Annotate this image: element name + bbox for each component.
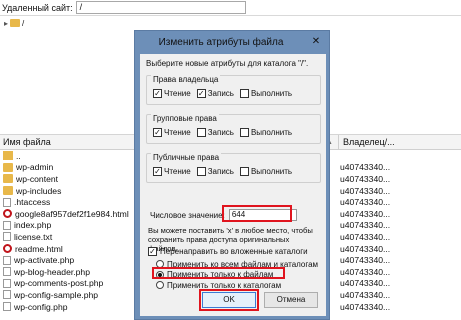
folder-icon bbox=[3, 186, 13, 196]
file-owner: u40743340... bbox=[340, 301, 391, 312]
execute-checkbox[interactable] bbox=[239, 128, 249, 137]
read-checkbox[interactable] bbox=[153, 128, 162, 137]
recurse-label: Перенаправить во вложенные каталоги bbox=[160, 247, 308, 256]
read-label: Чтение bbox=[164, 128, 191, 137]
recurse-checkbox-row[interactable]: Перенаправить во вложенные каталоги bbox=[148, 247, 308, 256]
opera-icon bbox=[3, 244, 12, 254]
execute-option[interactable]: Выполнить bbox=[239, 128, 293, 137]
file-owner: u40743340... bbox=[340, 289, 391, 300]
dialog-body: Выберите новые атрибуты для каталога "/"… bbox=[140, 54, 326, 316]
file-owner: u40743340... bbox=[340, 243, 391, 254]
folder-icon bbox=[3, 174, 13, 184]
read-option[interactable]: Чтение bbox=[153, 89, 191, 98]
read-option[interactable]: Чтение bbox=[153, 167, 191, 176]
execute-checkbox[interactable] bbox=[239, 167, 249, 176]
execute-label: Выполнить bbox=[250, 89, 293, 98]
remote-tree-root[interactable]: ▸ / bbox=[0, 16, 24, 30]
dialog-title: Изменить атрибуты файла bbox=[158, 37, 284, 48]
read-label: Чтение bbox=[164, 167, 191, 176]
permission-row: Чтение Запись Выполнить bbox=[153, 167, 316, 176]
read-label: Чтение bbox=[164, 89, 191, 98]
file-owner: u40743340... bbox=[340, 208, 391, 219]
read-checkbox[interactable] bbox=[153, 167, 162, 176]
file-owner: u40743340... bbox=[340, 231, 391, 242]
document-icon bbox=[3, 278, 11, 288]
execute-checkbox[interactable] bbox=[239, 89, 249, 98]
document-icon bbox=[3, 232, 11, 242]
remote-site-label: Удаленный сайт: bbox=[2, 2, 73, 13]
folder-icon bbox=[3, 162, 13, 172]
up-folder-icon bbox=[3, 151, 13, 161]
group-permissions-group: Групповые права Чтение Запись Выполнить bbox=[146, 114, 321, 144]
tree-root-label: / bbox=[22, 18, 25, 28]
remote-site-bar: Удаленный сайт: / bbox=[0, 0, 461, 16]
column-filename[interactable]: Имя файла bbox=[0, 137, 130, 147]
file-owner: u40743340... bbox=[340, 173, 391, 184]
file-owner: u40743340... bbox=[340, 220, 391, 231]
cancel-button[interactable]: Отмена bbox=[264, 292, 318, 308]
write-checkbox[interactable] bbox=[196, 167, 206, 176]
file-owner: u40743340... bbox=[340, 278, 391, 289]
file-owner: u40743340... bbox=[340, 197, 391, 208]
close-icon[interactable]: ✕ bbox=[309, 36, 323, 48]
execute-option[interactable]: Выполнить bbox=[239, 167, 293, 176]
file-name: wp-blog-header.php bbox=[14, 266, 90, 277]
write-option[interactable]: Запись bbox=[196, 128, 234, 137]
remote-path-input[interactable]: / bbox=[75, 1, 246, 14]
document-icon bbox=[3, 197, 11, 207]
dialog-titlebar[interactable]: Изменить атрибуты файла ✕ bbox=[135, 31, 329, 54]
numeric-value-highlight bbox=[222, 205, 292, 222]
document-icon bbox=[3, 255, 11, 265]
file-owner: u40743340... bbox=[340, 162, 391, 173]
dialog-prompt: Выберите новые атрибуты для каталога "/"… bbox=[146, 59, 309, 68]
file-name: .htaccess bbox=[14, 197, 51, 208]
write-label: Запись bbox=[207, 89, 234, 98]
expand-icon[interactable]: ▸ bbox=[4, 19, 8, 28]
write-checkbox[interactable] bbox=[196, 128, 206, 137]
opera-icon bbox=[3, 209, 12, 219]
radio-button[interactable] bbox=[156, 281, 164, 290]
change-attributes-dialog: Изменить атрибуты файла ✕ Выберите новые… bbox=[134, 30, 330, 320]
radio-highlight bbox=[152, 267, 285, 279]
ok-button[interactable]: OK bbox=[202, 292, 256, 308]
read-option[interactable]: Чтение bbox=[153, 128, 191, 137]
permission-row: Чтение Запись Выполнить bbox=[153, 128, 316, 137]
read-checkbox[interactable] bbox=[153, 89, 162, 98]
execute-label: Выполнить bbox=[250, 128, 293, 137]
document-icon bbox=[3, 267, 11, 277]
file-owner: u40743340... bbox=[340, 266, 391, 277]
document-icon bbox=[3, 220, 11, 230]
permission-row: Чтение Запись Выполнить bbox=[153, 89, 316, 98]
write-label: Запись bbox=[207, 167, 234, 176]
write-label: Запись bbox=[207, 128, 234, 137]
file-name: index.php bbox=[14, 220, 52, 231]
execute-option[interactable]: Выполнить bbox=[239, 89, 293, 98]
recurse-checkbox[interactable] bbox=[148, 247, 157, 256]
file-name: wp-activate.php bbox=[14, 255, 75, 266]
execute-label: Выполнить bbox=[250, 167, 293, 176]
document-icon bbox=[3, 302, 11, 312]
numeric-value-label: Числовое значение: bbox=[150, 210, 225, 220]
owner-permissions-group: Права владельца Чтение Запись Выполнить bbox=[146, 75, 321, 105]
file-name: license.txt bbox=[14, 231, 53, 242]
write-option[interactable]: Запись bbox=[196, 167, 234, 176]
file-owner: u40743340... bbox=[340, 255, 391, 266]
write-option[interactable]: Запись bbox=[196, 89, 234, 98]
folder-icon bbox=[10, 19, 21, 27]
public-permissions-group: Публичные права Чтение Запись Выполнить bbox=[146, 153, 321, 183]
document-icon bbox=[3, 290, 11, 300]
group-label: Групповые права bbox=[151, 114, 219, 123]
group-label: Права владельца bbox=[151, 75, 221, 84]
column-owner[interactable]: Владелец/... bbox=[338, 134, 395, 150]
group-label: Публичные права bbox=[151, 153, 222, 162]
write-checkbox[interactable] bbox=[196, 89, 206, 98]
file-owner: u40743340... bbox=[340, 185, 391, 196]
